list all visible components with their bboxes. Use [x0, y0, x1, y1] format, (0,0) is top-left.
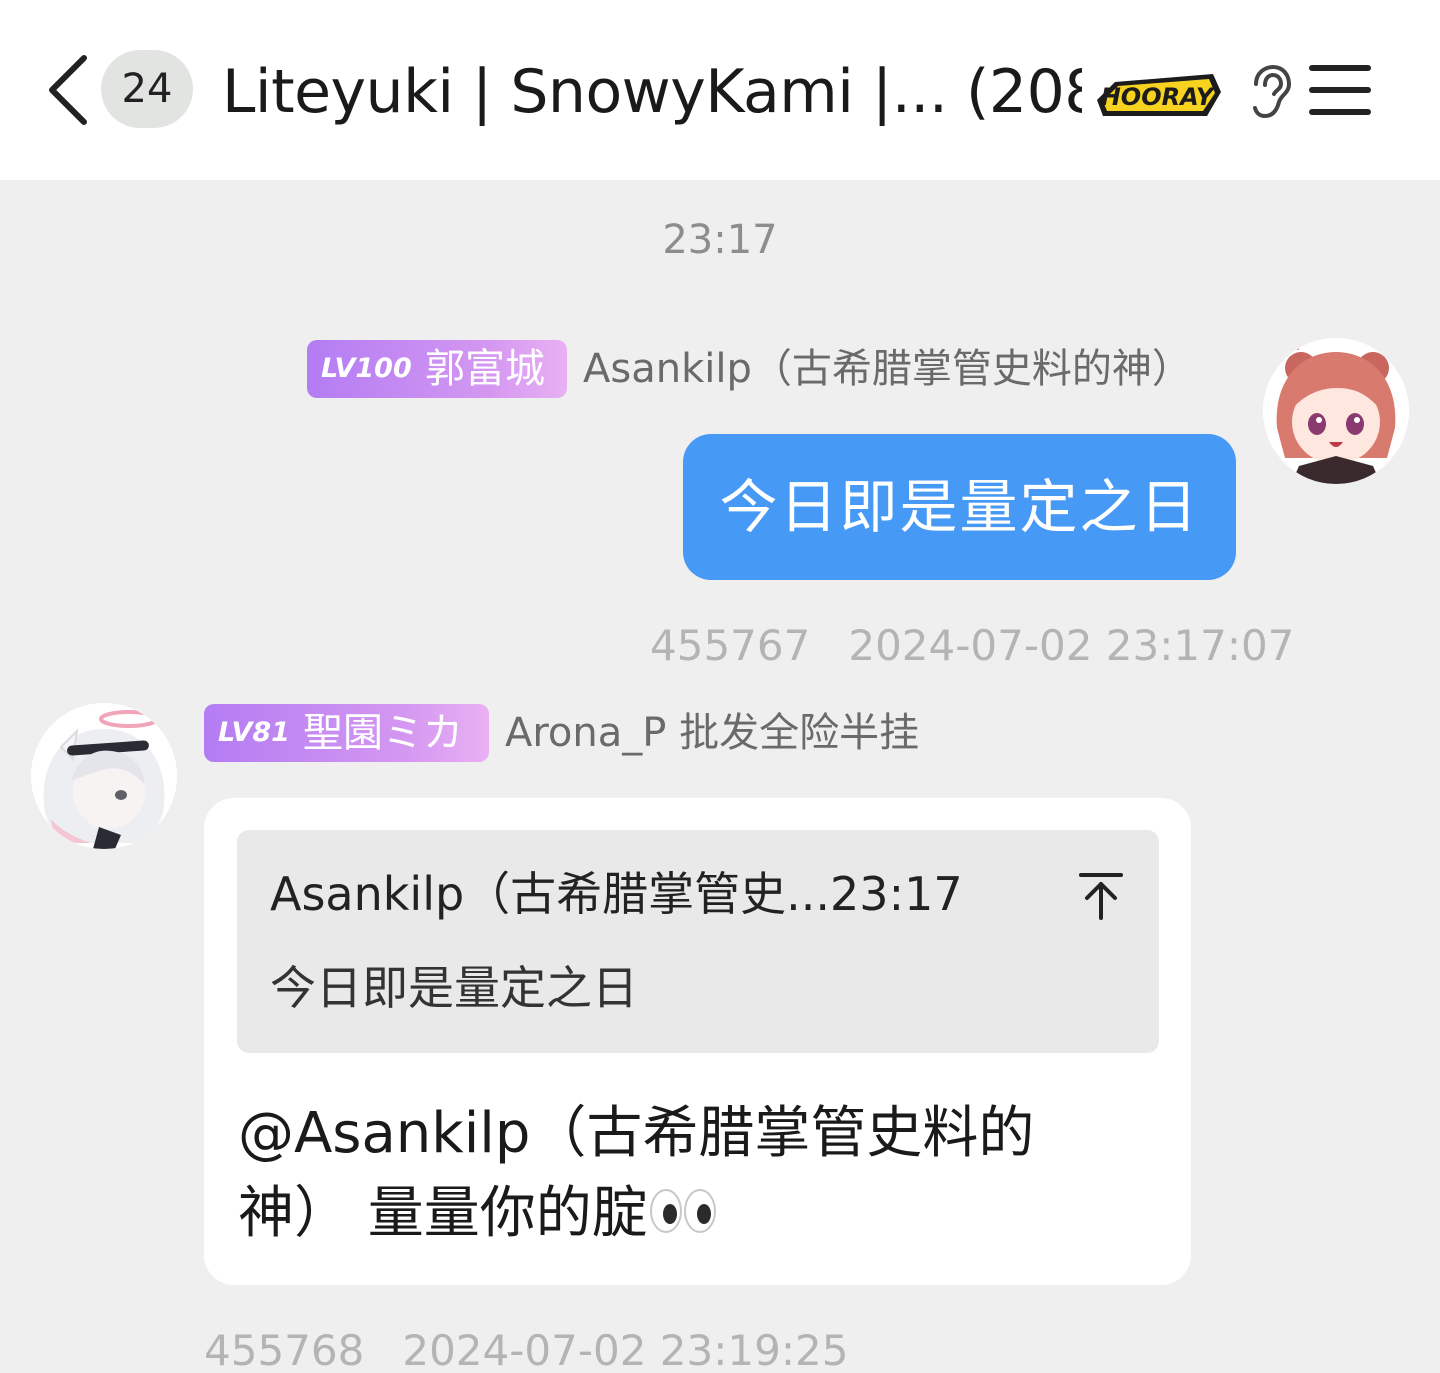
- group-title: 郭富城: [425, 346, 545, 392]
- member-level-badge: LV81 聖園ミカ: [204, 704, 489, 762]
- hooray-sticker: HOORAY: [1095, 70, 1223, 120]
- ear-icon: [1253, 64, 1292, 119]
- back-button[interactable]: [40, 52, 96, 128]
- chat-header: 24 Liteyuki | SnowyKami |... (208) HOORA…: [0, 0, 1440, 180]
- quote-header: Asankilp（古希腊掌管史...23:17: [270, 867, 963, 921]
- anime-girl-avatar-image: [1263, 338, 1409, 484]
- avatar[interactable]: [1263, 338, 1409, 484]
- group-title: 聖園ミカ: [303, 710, 463, 756]
- reply-line-2: 神） 量量你的腚: [238, 1174, 1138, 1254]
- listen-mode-button[interactable]: [1246, 64, 1292, 120]
- quoted-message[interactable]: Asankilp（古希腊掌管史...23:17 今日即是量定之日: [237, 830, 1159, 1053]
- menu-icon: [1309, 65, 1371, 115]
- level-text: LV81: [218, 717, 290, 748]
- message-meta: 455768 2024-07-02 23:19:25: [204, 1323, 848, 1373]
- sender-nickname[interactable]: Arona_P 批发全险半挂: [505, 704, 919, 762]
- message-bubble-self[interactable]: 今日即是量定之日: [683, 434, 1236, 580]
- chat-title[interactable]: Liteyuki | SnowyKami |... (208): [222, 50, 1082, 134]
- reply-line-2-text: 神） 量量你的腚: [238, 1181, 648, 1246]
- time-divider: 23:17: [662, 217, 778, 263]
- message-datetime: 2024-07-02 23:19:25: [402, 1326, 849, 1373]
- message-seq: 455767: [650, 621, 811, 670]
- avatar[interactable]: [31, 703, 177, 849]
- back-chevron-icon: [49, 55, 87, 125]
- message-datetime: 2024-07-02 23:17:07: [848, 621, 1295, 670]
- arrow-up-to-top-icon: [1079, 873, 1123, 920]
- member-level-badge: LV100 郭富城: [307, 340, 567, 398]
- message-meta: 455767 2024-07-02 23:17:07: [650, 618, 1294, 674]
- message-seq: 455768: [204, 1326, 365, 1373]
- more-menu-button[interactable]: [1308, 62, 1372, 118]
- sender-nickname[interactable]: Asankilp（古希腊掌管史料的神）: [583, 340, 1192, 398]
- white-hair-girl-avatar-image: [31, 703, 177, 849]
- message-bubble-other[interactable]: Asankilp（古希腊掌管史...23:17 今日即是量定之日 @Asanki…: [204, 798, 1191, 1285]
- eyes-emoji-icon: [649, 1189, 716, 1233]
- quote-body: 今日即是量定之日: [270, 961, 638, 1015]
- reply-line-1: @Asankilp（古希腊掌管史料的: [238, 1101, 1035, 1166]
- level-text: LV100: [321, 353, 412, 384]
- reply-text: @Asankilp（古希腊掌管史料的 神） 量量你的腚: [238, 1094, 1138, 1254]
- jump-to-quote-button[interactable]: [1079, 872, 1123, 920]
- unread-count-badge[interactable]: 24: [101, 50, 193, 128]
- svg-text:HOORAY: HOORAY: [1101, 83, 1216, 111]
